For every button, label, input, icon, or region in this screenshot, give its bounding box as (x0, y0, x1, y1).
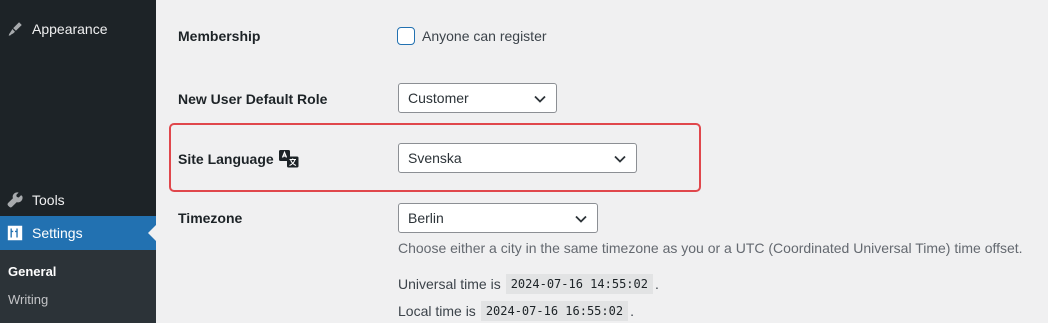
wrench-icon (5, 190, 25, 210)
membership-label: Membership (178, 28, 261, 44)
default-role-value: Customer (408, 90, 469, 106)
menu-item-label: Tools (32, 192, 65, 208)
timezone-value: Berlin (408, 210, 444, 226)
settings-sliders-icon (5, 223, 25, 243)
admin-sidebar: Appearance Tools Settings General Writin… (0, 0, 156, 323)
menu-item-settings[interactable]: Settings (0, 216, 156, 250)
default-role-select[interactable]: Customer (398, 83, 557, 113)
menu-item-label: Settings (32, 225, 83, 241)
local-time-label: Local time is (398, 303, 476, 319)
timezone-description: Choose either a city in the same timezon… (398, 240, 1023, 256)
local-time-line: Local time is 2024-07-16 16:55:02 . (398, 301, 634, 321)
membership-checkbox-field[interactable]: Anyone can register (397, 27, 547, 45)
site-language-select[interactable]: Svenska (398, 143, 637, 173)
menu-item-label: Appearance (32, 21, 108, 37)
site-language-label: Site Language (178, 150, 299, 168)
period: . (654, 276, 659, 292)
chevron-down-icon (533, 92, 547, 106)
default-role-label: New User Default Role (178, 91, 328, 107)
anyone-can-register-label[interactable]: Anyone can register (422, 28, 547, 44)
submenu-item-general[interactable]: General (8, 264, 56, 279)
site-language-label-text: Site Language (178, 151, 274, 167)
universal-time-line: Universal time is 2024-07-16 14:55:02 . (398, 274, 659, 294)
timezone-label: Timezone (178, 210, 243, 226)
universal-time-label: Universal time is (398, 276, 501, 292)
chevron-down-icon (613, 152, 627, 166)
submenu-item-writing[interactable]: Writing (8, 292, 48, 307)
paintbrush-icon (5, 19, 25, 39)
settings-submenu: General Writing (0, 250, 156, 323)
chevron-down-icon (574, 212, 588, 226)
timezone-select[interactable]: Berlin (398, 203, 598, 233)
translation-icon (278, 150, 299, 168)
anyone-can-register-checkbox[interactable] (397, 27, 415, 45)
period: . (630, 303, 634, 319)
universal-time-value: 2024-07-16 14:55:02 (505, 274, 653, 294)
local-time-value: 2024-07-16 16:55:02 (480, 301, 629, 321)
menu-item-appearance[interactable]: Appearance (0, 12, 156, 46)
menu-item-tools[interactable]: Tools (0, 183, 156, 217)
site-language-value: Svenska (408, 150, 462, 166)
